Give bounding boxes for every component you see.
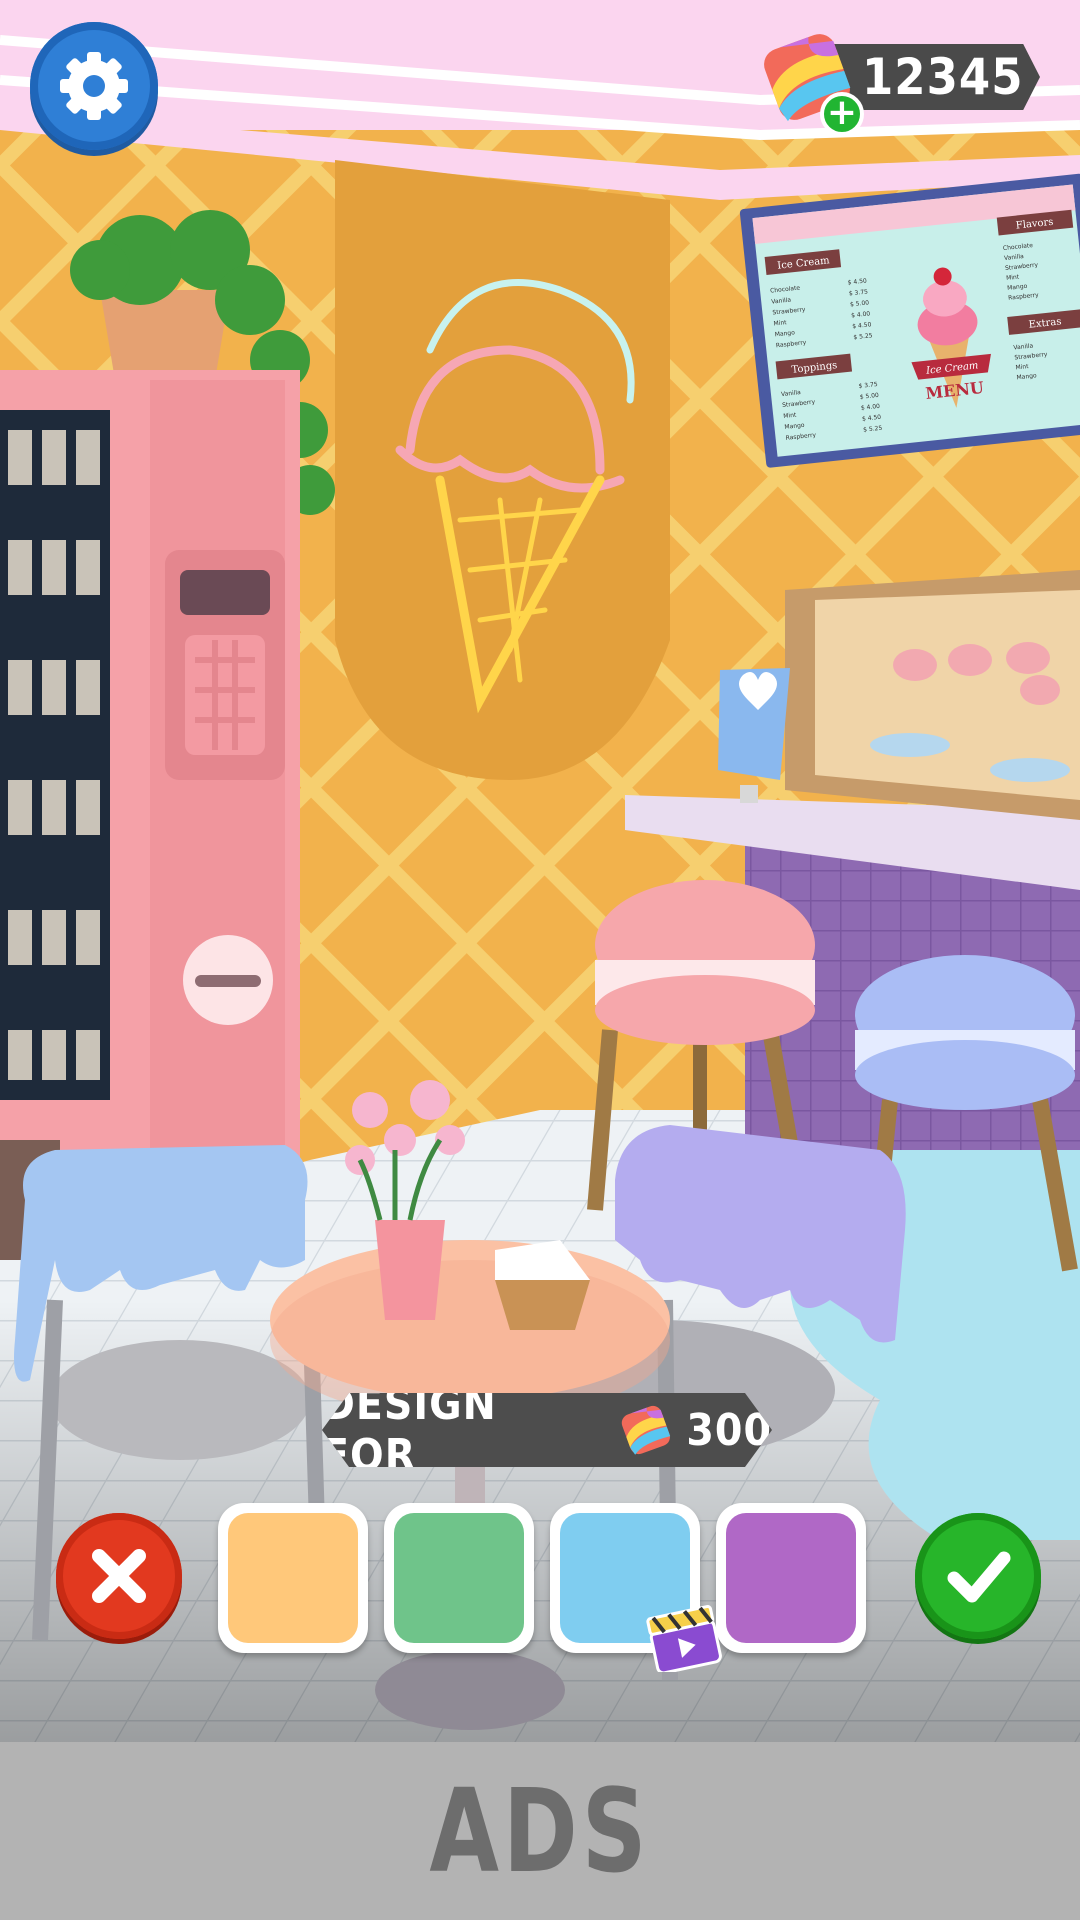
menu-item: Mint xyxy=(783,412,797,420)
color-swatch-purple[interactable] xyxy=(716,1503,866,1653)
swatch-fill xyxy=(726,1513,856,1643)
design-cost-label: DESIGN FOR 300 xyxy=(322,1393,772,1467)
swatch-fill xyxy=(394,1513,524,1643)
rainbow-gem-icon xyxy=(621,1405,670,1455)
settings-button[interactable] xyxy=(30,22,158,150)
color-swatch-orange[interactable] xyxy=(218,1503,368,1653)
currency-value: 12345 xyxy=(862,48,1024,106)
gear-icon xyxy=(60,52,128,120)
ads-label: ADS xyxy=(429,1763,651,1899)
ice-cream-shop-scene: Ice Cream Toppings Flavors Extras Chocol… xyxy=(0,0,1080,1742)
cancel-button[interactable] xyxy=(56,1513,182,1639)
add-currency-button[interactable]: + xyxy=(820,92,864,136)
menu-item: Mint xyxy=(1006,274,1020,282)
close-icon xyxy=(92,1549,146,1603)
ad-banner[interactable]: ADS xyxy=(0,1742,1080,1920)
currency-counter: 12345 + xyxy=(752,22,1042,142)
menu-item: Mint xyxy=(1015,363,1029,371)
color-swatch-green[interactable] xyxy=(384,1503,534,1653)
design-for-text: DESIGN FOR xyxy=(322,1379,497,1481)
swatch-fill xyxy=(228,1513,358,1643)
confirm-button[interactable] xyxy=(915,1513,1041,1639)
check-icon xyxy=(947,1551,1011,1603)
menu-item: Mint xyxy=(773,319,787,327)
video-ad-icon xyxy=(646,1604,722,1672)
